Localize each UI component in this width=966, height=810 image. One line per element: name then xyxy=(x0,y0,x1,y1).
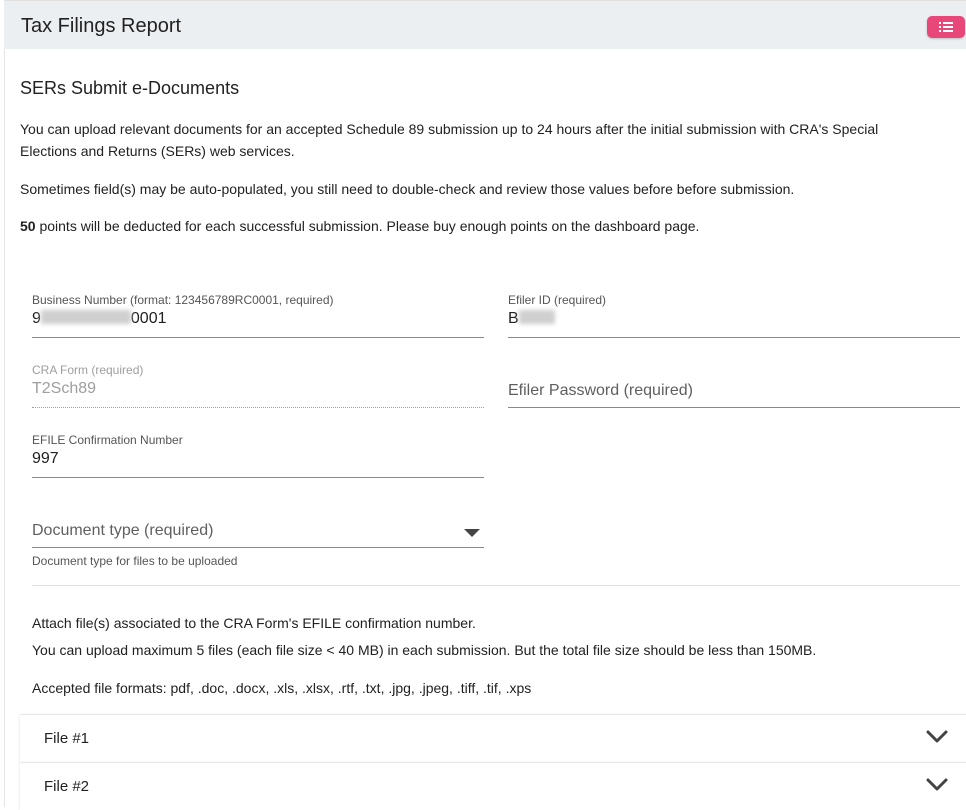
file-panel-2[interactable]: File #2 xyxy=(20,762,966,810)
chevron-down-icon[interactable] xyxy=(926,730,948,744)
cra-form-value: T2Sch89 xyxy=(32,380,97,397)
list-icon xyxy=(939,22,953,32)
points-note: 50 points will be deducted for each succ… xyxy=(20,215,940,237)
redacted-block xyxy=(518,309,555,324)
section-title: SERs Submit e-Documents xyxy=(20,78,240,98)
efiler-id-value[interactable]: B xyxy=(508,309,960,329)
chevron-down-icon[interactable] xyxy=(926,778,948,792)
efiler-password-underline xyxy=(508,407,960,408)
cra-form-field: CRA Form (required) T2Sch89 xyxy=(32,363,484,408)
page-title: Tax Filings Report xyxy=(21,15,182,37)
efiler-id-prefix: B xyxy=(508,310,519,327)
accepted-formats: Accepted file formats: pdf, .doc, .docx,… xyxy=(32,680,532,696)
business-number-underline xyxy=(32,337,484,338)
efile-confirmation-label: EFILE Confirmation Number xyxy=(32,433,183,447)
efiler-id-underline xyxy=(508,337,960,338)
cra-form-label: CRA Form (required) xyxy=(32,363,144,377)
intro-line-1: You can upload relevant documents for an… xyxy=(20,121,879,137)
app-header: Tax Filings Report xyxy=(4,0,966,49)
left-border xyxy=(4,49,5,807)
document-type-placeholder[interactable]: Document type (required) xyxy=(32,522,213,540)
business-number-prefix: 9 xyxy=(32,310,41,327)
business-number-label: Business Number (format: 123456789RC0001… xyxy=(32,293,334,307)
efiler-password-placeholder[interactable]: Efiler Password (required) xyxy=(508,382,693,400)
efiler-password-field[interactable]: Efiler Password (required) xyxy=(508,363,960,408)
efile-confirmation-field[interactable]: EFILE Confirmation Number 997 xyxy=(32,433,484,478)
redacted-block xyxy=(40,309,131,324)
attach-line-1: Attach file(s) associated to the CRA For… xyxy=(32,615,476,631)
file-panel-label: File #2 xyxy=(44,778,90,795)
file-panel-1[interactable]: File #1 xyxy=(20,714,966,762)
business-number-field[interactable]: Business Number (format: 123456789RC0001… xyxy=(32,293,484,338)
file-panel-label: File #1 xyxy=(44,730,90,747)
attach-line-2: You can upload maximum 5 files (each fil… xyxy=(32,642,817,658)
efile-confirmation-underline xyxy=(32,477,484,478)
points-text: points will be deducted for each success… xyxy=(35,218,700,234)
divider xyxy=(32,585,960,586)
intro-line-2: Elections and Returns (SERs) web service… xyxy=(20,143,295,159)
document-type-hint: Document type for files to be uploaded xyxy=(32,554,238,568)
autopopulate-note: Sometimes field(s) may be auto-populated… xyxy=(20,181,795,197)
business-number-value[interactable]: 9 0001 xyxy=(32,309,484,329)
cra-form-underline xyxy=(32,407,484,408)
business-number-suffix: 0001 xyxy=(130,310,167,327)
efile-confirmation-value[interactable]: 997 xyxy=(32,449,484,469)
document-type-underline xyxy=(32,547,484,548)
dropdown-arrow-icon[interactable] xyxy=(464,529,480,537)
points-amount: 50 xyxy=(20,218,36,234)
menu-button[interactable] xyxy=(927,16,965,38)
intro-text: You can upload relevant documents for an… xyxy=(20,118,940,162)
efiler-id-label: Efiler ID (required) xyxy=(508,293,607,307)
efiler-id-field[interactable]: Efiler ID (required) B xyxy=(508,293,960,338)
document-type-select[interactable]: Document type (required) xyxy=(32,503,484,548)
